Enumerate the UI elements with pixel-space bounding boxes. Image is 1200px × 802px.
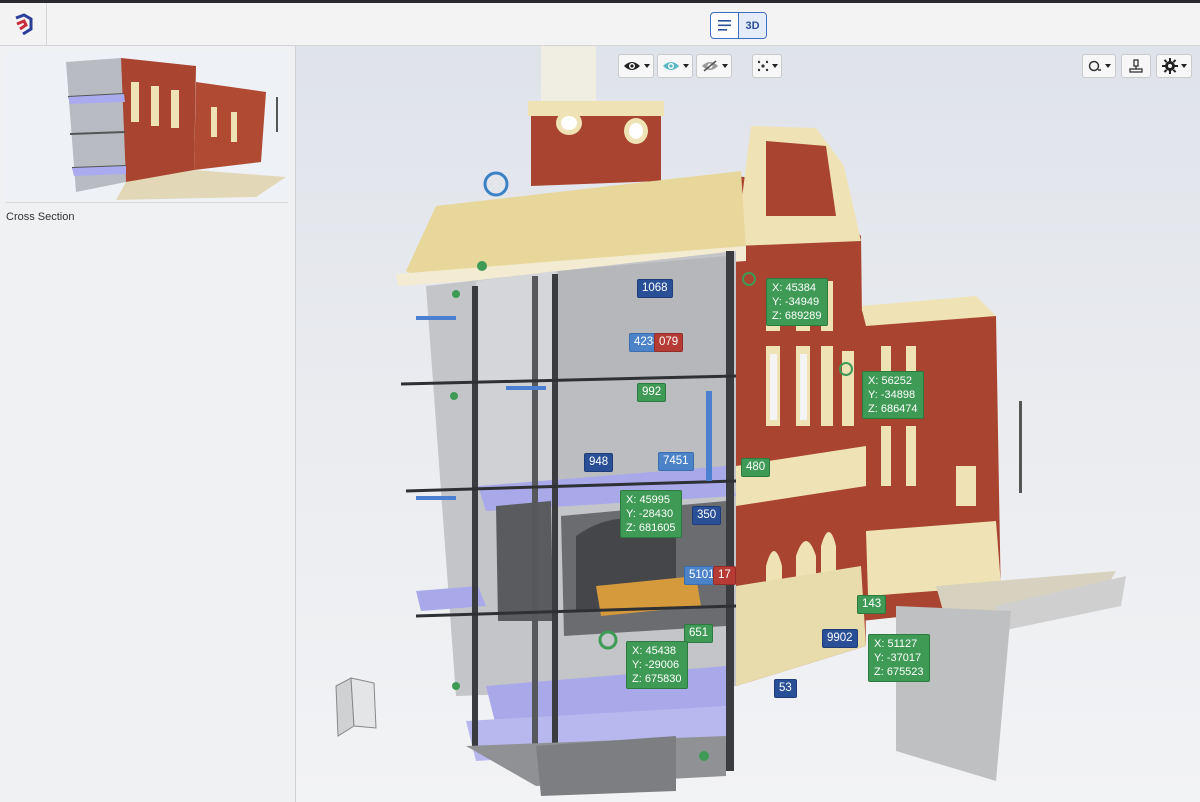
chevron-down-icon [682,64,689,68]
chevron-down-icon [721,64,728,68]
list-icon [718,20,731,31]
dimension-label[interactable]: 992 [637,383,667,402]
chevron-down-icon [771,64,778,68]
app-logo[interactable] [0,3,47,46]
coord-x: X: 56252 [868,375,913,387]
section-plane-button[interactable] [1121,54,1151,78]
dimension-label[interactable]: 143 [857,595,887,614]
section-label: Cross Section [6,211,75,223]
coord-z: Z: 689289 [772,310,822,322]
coordinate-label[interactable]: X: 45384 Y: -34949 Z: 689289 [766,278,828,326]
chevron-down-icon [1180,64,1187,68]
building-cross-section-model[interactable] [296,46,1200,802]
settings-button[interactable] [1156,54,1192,78]
coord-y: Y: -34949 [772,296,820,308]
explode-button[interactable] [752,54,782,78]
chevron-down-icon [643,64,650,68]
chevron-down-icon [1104,64,1111,68]
measure-button[interactable] [1082,54,1116,78]
coord-z: Z: 675523 [874,666,924,678]
top-bar: 3D [0,0,1200,46]
coordinate-label[interactable]: X: 45438 Y: -29006 Z: 675830 [626,641,688,689]
dimension-label[interactable]: 079 [654,333,684,352]
eye-tinted-icon [662,62,679,70]
dimension-label[interactable]: 17 [713,566,736,585]
dimension-label[interactable]: 1068 [637,279,673,298]
coordinate-label[interactable]: X: 51127 Y: -37017 Z: 675523 [868,634,930,682]
coord-z: Z: 675830 [632,673,682,685]
3d-view-button[interactable]: 3D [738,13,766,38]
sidebar: Cross Section [0,46,296,802]
eye-icon [623,62,640,70]
section-plane-icon [1129,59,1143,73]
dimension-label[interactable]: 9902 [822,629,858,648]
dimension-label[interactable]: 948 [584,453,614,472]
coord-x: X: 51127 [874,638,918,650]
coord-y: Y: -29006 [632,659,680,671]
dimension-label[interactable]: 350 [692,506,722,525]
dimension-label[interactable]: 53 [774,679,797,698]
dimension-label[interactable]: 651 [684,624,714,643]
eye-slash-icon [701,60,718,72]
gear-icon [1161,58,1178,74]
logo-icon [15,12,33,35]
coord-x: X: 45384 [772,282,817,294]
coord-z: Z: 686474 [868,403,918,415]
coord-x: X: 45438 [632,645,677,657]
coordinate-label[interactable]: X: 45995 Y: -28430 Z: 681605 [620,490,682,538]
visibility-button[interactable] [618,54,654,78]
coord-z: Z: 681605 [626,522,676,534]
building-thumbnail-image [6,52,288,200]
dimension-label[interactable]: 480 [741,458,771,477]
isolate-button[interactable] [657,54,693,78]
model-thumbnail[interactable] [6,52,288,200]
view-mode-toggle: 3D [710,12,767,39]
coordinate-label[interactable]: X: 56252 Y: -34898 Z: 686474 [862,371,924,419]
measure-icon [1088,60,1101,72]
3d-viewport[interactable]: 1068 4238 079 992 948 7451 480 350 5101 … [296,46,1200,802]
coord-y: Y: -37017 [874,652,922,664]
coord-y: Y: -28430 [626,508,674,520]
thumbnail-divider [6,202,288,203]
coord-x: X: 45995 [626,494,671,506]
explode-icon [757,60,768,72]
list-view-button[interactable] [711,13,738,38]
hide-button[interactable] [696,54,732,78]
dimension-label[interactable]: 7451 [658,452,694,471]
coord-y: Y: -34898 [868,389,916,401]
